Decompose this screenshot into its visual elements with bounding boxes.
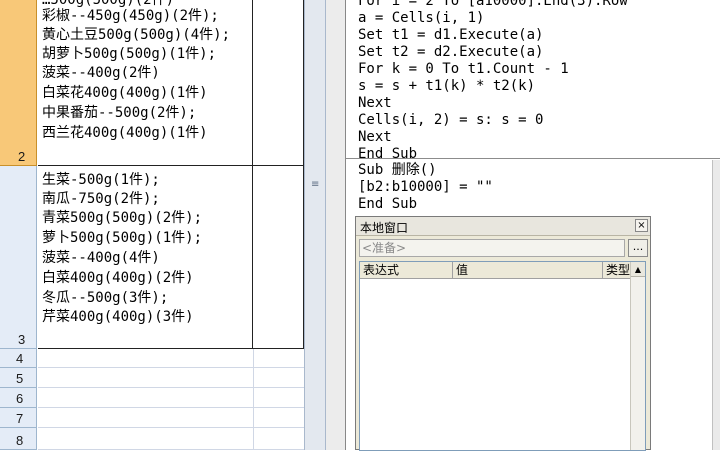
column-header-value[interactable]: 值: [453, 262, 603, 279]
cell-line: 白菜花400g(400g)(1件): [42, 85, 208, 101]
scroll-up-icon[interactable]: ▲: [631, 262, 645, 277]
grip-icon: ≡: [311, 179, 320, 190]
code-line[interactable]: For k = 0 To t1.Count - 1: [358, 61, 569, 78]
code-line[interactable]: For i = 2 To [a10000].End(3).Row: [358, 0, 628, 10]
code-line[interactable]: [b2:b10000] = "": [358, 179, 493, 196]
row-header-4[interactable]: 4: [0, 349, 37, 368]
code-line[interactable]: Sub 删除(): [358, 162, 437, 179]
grid-row-6[interactable]: [38, 388, 304, 408]
cell-line: 西兰花400g(400g)(1件): [42, 125, 208, 141]
code-line[interactable]: Next: [358, 129, 392, 146]
locals-context-field: <准备>: [359, 239, 625, 257]
cell-line: 菠菜--400g(4件): [42, 250, 160, 266]
cell-line: 白菜400g(400g)(2件): [42, 270, 194, 286]
code-line[interactable]: a = Cells(i, 1): [358, 10, 484, 27]
spreadsheet: 2 …500g(500g)(2件) 彩椒--450g(450g)(2件); 黄心…: [0, 0, 304, 450]
code-line[interactable]: Set t1 = d1.Execute(a): [358, 27, 543, 44]
code-line[interactable]: End Sub: [358, 146, 417, 163]
locals-title: 本地窗口: [360, 221, 409, 235]
procedure-separator: [346, 158, 720, 159]
code-window-margin: [326, 0, 346, 450]
grid-row-7[interactable]: [38, 408, 304, 428]
cell-c3[interactable]: [253, 166, 304, 349]
code-window-scrollbar[interactable]: [712, 160, 720, 450]
cell-line: 黄心土豆500g(500g)(4件);: [42, 27, 231, 43]
cell-b2[interactable]: …500g(500g)(2件) 彩椒--450g(450g)(2件); 黄心土豆…: [38, 0, 253, 166]
locals-titlebar[interactable]: 本地窗口 ×: [356, 217, 650, 236]
cell-line: 中果番茄--500g(2件);: [42, 105, 197, 121]
grid-row-8[interactable]: [38, 428, 304, 450]
cell-line: 胡萝卜500g(500g)(1件);: [42, 46, 217, 62]
row-header-2[interactable]: 2: [0, 0, 37, 166]
window-splitter[interactable]: ≡: [304, 0, 326, 450]
cell-line: 萝卜500g(500g)(1件);: [42, 230, 203, 246]
call-stack-button[interactable]: ...: [628, 239, 648, 257]
cell-line: 青菜500g(500g)(2件);: [42, 210, 203, 226]
code-line[interactable]: s = s + t1(k) * t2(k): [358, 78, 535, 95]
cell-line: 冬瓜--500g(3件);: [42, 290, 169, 306]
close-icon[interactable]: ×: [635, 219, 648, 232]
cell-c2[interactable]: [253, 0, 304, 166]
cell-line: 生菜-500g(1件);: [42, 172, 160, 188]
cell-line: 彩椒--450g(450g)(2件);: [42, 8, 219, 24]
code-line[interactable]: Next: [358, 95, 392, 112]
cell-b3[interactable]: 生菜-500g(1件); 南瓜-750g(2件); 青菜500g(500g)(2…: [38, 166, 253, 349]
code-line[interactable]: End Sub: [358, 196, 417, 213]
grid-row-5[interactable]: [38, 368, 304, 388]
row-header-7[interactable]: 7: [0, 408, 37, 428]
cell-line: 南瓜-750g(2件);: [42, 191, 160, 207]
locals-window: 本地窗口 × <准备> ... 表达式 值 类型 ▲: [355, 216, 651, 451]
row-header-8[interactable]: 8: [0, 428, 37, 450]
row-header-5[interactable]: 5: [0, 368, 37, 388]
cell-line: 芹菜400g(400g)(3件): [42, 309, 194, 325]
grid-row-4[interactable]: [38, 349, 304, 368]
row-header-3[interactable]: 3: [0, 166, 37, 349]
locals-scrollbar[interactable]: ▲: [630, 262, 645, 450]
locals-list[interactable]: 表达式 值 类型 ▲: [359, 261, 646, 451]
code-line[interactable]: Cells(i, 2) = s: s = 0: [358, 112, 543, 129]
column-header-expression[interactable]: 表达式: [360, 262, 453, 279]
column-header-type[interactable]: 类型: [603, 262, 632, 279]
code-line[interactable]: Set t2 = d2.Execute(a): [358, 44, 543, 61]
cell-line: 菠菜--400g(2件): [42, 65, 160, 81]
row-header-6[interactable]: 6: [0, 388, 37, 408]
